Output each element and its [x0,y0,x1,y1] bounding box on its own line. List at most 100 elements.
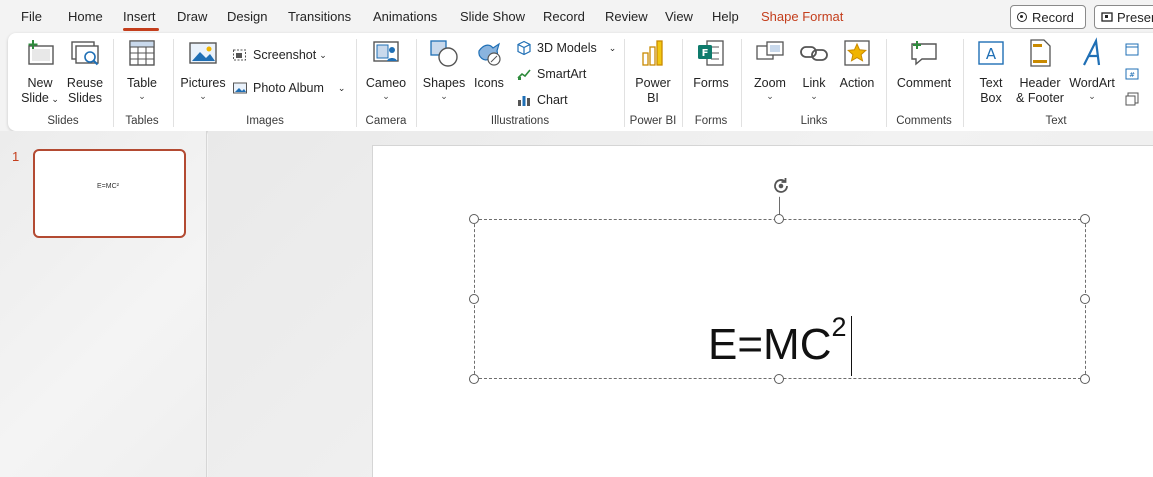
tab-animations[interactable]: Animations [373,9,437,24]
group-label-comments: Comments [896,115,952,127]
group-label-tables: Tables [125,115,159,127]
forms-label: Forms [693,76,729,90]
reuse-slides-label: Reuse Slides [66,76,104,105]
ribbon: New Slide ⌄ Reuse Slides Slides Table ⌄ … [8,33,1153,131]
group-label-power-bi: Power BI [629,115,677,127]
smartart-button[interactable]: SmartArt [516,64,586,84]
action-label: Action [839,76,875,90]
tab-review[interactable]: Review [605,9,648,24]
reuse-slides-button[interactable]: Reuse Slides [63,37,107,106]
record-icon [1017,12,1027,22]
power-bi-label: Power BI [635,76,671,105]
date-time-icon[interactable] [1124,41,1140,57]
present-button-label: Present [1117,9,1153,25]
wordart-label: WordArt [1069,76,1115,90]
text-box-button[interactable]: A Text Box [970,37,1012,106]
rotate-handle-icon[interactable] [769,174,793,198]
photo-album-icon [233,82,247,94]
icons-icon [478,42,501,66]
resize-handle-bottom[interactable] [774,374,784,384]
chart-button[interactable]: Chart [516,90,568,110]
zoom-dropdown-icon[interactable]: ⌄ [747,91,793,101]
equation-text[interactable]: E=MC2 [708,314,847,369]
equation-exponent: 2 [831,312,847,342]
link-button[interactable]: Link ⌄ [793,37,835,101]
cameo-icon [373,41,399,62]
resize-handle-top-right[interactable] [1080,214,1090,224]
tab-view[interactable]: View [665,9,693,24]
smartart-icon [517,69,531,80]
pictures-label: Pictures [180,76,226,90]
link-icon [800,46,828,61]
link-dropdown-icon[interactable]: ⌄ [793,91,835,101]
resize-handle-bottom-right[interactable] [1080,374,1090,384]
comment-button[interactable]: Comment [892,37,956,91]
present-icon [1101,12,1113,22]
ribbon-separator [356,39,357,127]
screenshot-icon [233,49,246,61]
tab-record[interactable]: Record [543,9,585,24]
group-label-text: Text [1045,115,1067,127]
icons-button[interactable]: Icons [467,37,511,91]
screenshot-label: Screenshot [253,48,317,62]
equation-base: E=MC [708,320,832,369]
pictures-button[interactable]: Pictures ⌄ [180,37,226,101]
resize-handle-right[interactable] [1080,294,1090,304]
resize-handle-top[interactable] [774,214,784,224]
forms-button[interactable]: F Forms [688,37,734,91]
group-label-links: Links [800,115,828,127]
resize-handle-bottom-left[interactable] [469,374,479,384]
svg-text:#: # [1129,71,1135,79]
screenshot-button[interactable]: Screenshot ⌄ [232,45,327,65]
group-label-forms: Forms [694,115,728,127]
tab-shape-format[interactable]: Shape Format [761,9,843,24]
tab-draw[interactable]: Draw [177,9,207,24]
power-bi-icon [642,40,663,66]
shapes-icon [430,40,458,67]
slide-number-icon[interactable]: # [1124,66,1140,82]
table-dropdown-icon[interactable]: ⌄ [120,91,164,101]
wordart-dropdown-icon[interactable]: ⌄ [1066,91,1118,101]
tab-design[interactable]: Design [227,9,267,24]
ribbon-separator [113,39,114,127]
icons-label: Icons [474,76,504,90]
link-label: Link [802,76,826,90]
wordart-button[interactable]: WordArt ⌄ [1066,37,1118,101]
action-button[interactable]: Action [835,37,879,91]
pictures-dropdown-icon[interactable]: ⌄ [180,91,226,101]
tab-home[interactable]: Home [68,9,103,24]
ribbon-separator [173,39,174,127]
cameo-button[interactable]: Cameo ⌄ [363,37,409,101]
pictures-icon [189,42,217,64]
tab-slide-show[interactable]: Slide Show [460,9,525,24]
zoom-button[interactable]: Zoom ⌄ [747,37,793,101]
record-button[interactable]: Record [1010,5,1086,29]
ribbon-separator [963,39,964,127]
forms-icon: F [698,40,724,66]
new-slide-button[interactable]: New Slide ⌄ [18,37,62,107]
record-button-label: Record [1032,9,1074,25]
present-button[interactable]: Present [1094,5,1153,29]
cameo-dropdown-icon[interactable]: ⌄ [363,91,409,101]
text-box-icon: A [978,41,1004,65]
tab-insert[interactable]: Insert [123,9,156,24]
slide-thumbnail[interactable]: E=MC² [33,149,186,238]
chart-icon [518,96,530,106]
ribbon-separator [886,39,887,127]
resize-handle-top-left[interactable] [469,214,479,224]
power-bi-button[interactable]: Power BI [630,37,676,106]
shapes-dropdown-icon[interactable]: ⌄ [421,91,467,101]
photo-album-button[interactable]: Photo Album ⌄ [232,78,345,98]
smartart-label: SmartArt [537,67,587,81]
3d-models-button[interactable]: 3D Models ⌄ [516,38,616,58]
tab-file[interactable]: File [21,9,42,24]
table-button[interactable]: Table ⌄ [120,37,164,101]
resize-handle-left[interactable] [469,294,479,304]
zoom-icon [756,41,784,60]
header-footer-button[interactable]: Header & Footer [1014,37,1066,106]
object-icon[interactable] [1124,91,1140,107]
shapes-button[interactable]: Shapes ⌄ [421,37,467,101]
tab-help[interactable]: Help [712,9,739,24]
tab-transitions[interactable]: Transitions [288,9,351,24]
comment-icon [911,41,937,66]
